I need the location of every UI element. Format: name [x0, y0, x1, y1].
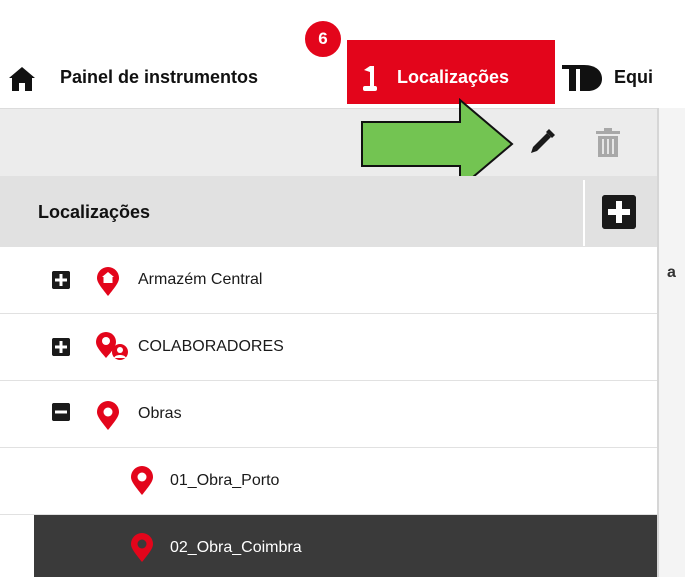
tree-item-label: COLABORADORES: [138, 338, 284, 355]
nav-item-equipment[interactable]: Equi: [560, 40, 685, 104]
home-pin-icon: [97, 267, 119, 296]
header-divider: [583, 180, 585, 246]
people-pin-icon: [96, 332, 128, 360]
equipment-icon: [562, 65, 602, 91]
location-pin-icon: [97, 401, 119, 430]
nav-item-label: Painel de instrumentos: [60, 66, 259, 87]
content-panel-edge: a: [657, 108, 685, 577]
nav-item-label: Equi: [614, 66, 653, 87]
plus-icon[interactable]: [602, 195, 636, 229]
location-pin-icon: [131, 533, 153, 562]
collapse-icon[interactable]: [52, 403, 70, 421]
nav-item-dashboard[interactable]: Painel de instrumentos: [0, 40, 344, 104]
tree-item-obra-porto[interactable]: 01_Obra_Porto: [0, 448, 657, 515]
toolbar: [0, 108, 657, 176]
pencil-icon[interactable]: [526, 128, 556, 158]
notification-badge: 6: [302, 18, 344, 60]
location-pin-icon: [131, 466, 153, 495]
tree-item-label: 01_Obra_Porto: [170, 472, 280, 489]
tree-item-armazem-central[interactable]: Armazém Central: [0, 247, 657, 314]
tree-item-label: Armazém Central: [138, 271, 263, 288]
trash-icon[interactable]: [596, 128, 620, 158]
tree-item-obra-coimbra[interactable]: 02_Obra_Coimbra: [34, 515, 657, 577]
home-icon: [9, 67, 35, 91]
nav-item-label: Localizações: [397, 66, 510, 87]
tree-item-label: 02_Obra_Coimbra: [170, 539, 302, 556]
tree-item-colaboradores[interactable]: COLABORADORES: [0, 314, 657, 381]
clipped-text: a: [667, 264, 676, 281]
expand-icon[interactable]: [52, 271, 70, 289]
nav-item-locations[interactable]: Localizações: [347, 40, 555, 104]
panel-title: Localizações: [38, 202, 151, 222]
top-navigation: Painel de instrumentos Localizações Equi…: [0, 0, 685, 108]
location-pin-icon: [363, 66, 377, 91]
tree-item-obras[interactable]: Obras: [0, 381, 657, 448]
expand-icon[interactable]: [52, 338, 70, 356]
tree-item-label: Obras: [138, 405, 182, 422]
